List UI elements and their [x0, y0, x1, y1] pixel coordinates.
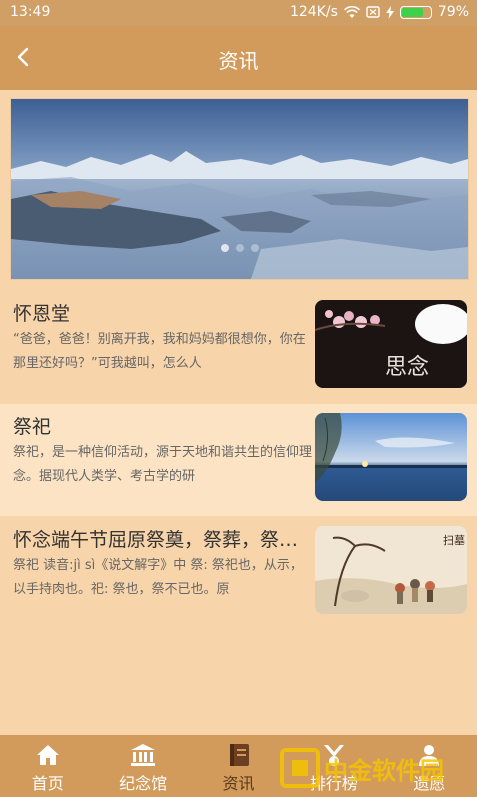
app-header: 资讯	[0, 26, 477, 90]
watermark-icon	[280, 748, 320, 788]
news-item[interactable]: 怀念端午节屈原祭奠，祭葬，祭祀， 祭祀 读音:jì sì《说文解字》中 祭: 祭…	[0, 517, 477, 629]
carousel-dot[interactable]	[221, 244, 229, 252]
thumb-calligraphy: 思念	[385, 355, 429, 380]
tab-label: 首页	[31, 774, 64, 793]
banner-image	[11, 99, 468, 279]
status-icons: 124K/s 79%	[290, 4, 469, 20]
tab-home[interactable]: 首页	[0, 735, 95, 797]
book-icon	[229, 744, 249, 766]
banner-carousel[interactable]	[10, 98, 469, 280]
watermark-logo: 中金软件园	[280, 745, 470, 791]
news-desc: 祭祀 读音:jì sì《说文解字》中 祭: 祭祀也，从示，以手持肉也。祀: 祭也…	[13, 558, 303, 597]
news-title: 怀念端午节屈原祭奠，祭葬，祭祀，	[13, 529, 313, 551]
network-speed: 124K/s	[289, 4, 338, 20]
wifi-icon	[343, 5, 360, 18]
news-thumbnail	[315, 413, 467, 501]
status-bar: 13:49 124K/s 79%	[0, 0, 477, 26]
news-desc: 祭祀，是一种信仰活动，源于天地和谐共生的信仰理念。据现代人类学、考古学的研	[13, 445, 313, 484]
tab-label: 纪念馆	[119, 774, 168, 793]
news-title: 怀恩堂	[13, 303, 71, 325]
home-icon	[36, 745, 59, 765]
tab-news[interactable]: 资讯	[191, 735, 286, 797]
news-desc: “爸爸，爸爸！别离开我，我和妈妈都很想你，你在那里还好吗？”可我越叫，怎么人	[13, 332, 306, 371]
news-title: 祭祀	[13, 416, 52, 438]
tab-label: 资讯	[222, 774, 255, 793]
memorial-hall-icon	[131, 744, 156, 766]
watermark-text: 中金软件园	[324, 756, 444, 785]
sim-icon	[366, 6, 380, 18]
carousel-dot[interactable]	[236, 244, 244, 252]
battery-icon	[399, 5, 432, 19]
carousel-dot[interactable]	[251, 244, 259, 252]
thumb-calligraphy: 扫墓	[443, 534, 465, 547]
news-thumbnail: 扫墓	[315, 526, 467, 614]
battery-percent: 79%	[437, 4, 469, 20]
status-time: 13:49	[10, 4, 51, 20]
page-title: 资讯	[218, 49, 259, 73]
news-item[interactable]: 怀恩堂 “爸爸，爸爸！别离开我，我和妈妈都很想你，你在那里还好吗？”可我越叫，怎…	[0, 291, 477, 403]
tab-memorial-hall[interactable]: 纪念馆	[95, 735, 190, 797]
news-thumbnail: 思念	[315, 300, 467, 388]
carousel-indicator	[221, 244, 259, 252]
news-item[interactable]: 祭祀 祭祀，是一种信仰活动，源于天地和谐共生的信仰理念。据现代人类学、考古学的研	[0, 404, 477, 516]
charging-icon	[385, 5, 394, 19]
